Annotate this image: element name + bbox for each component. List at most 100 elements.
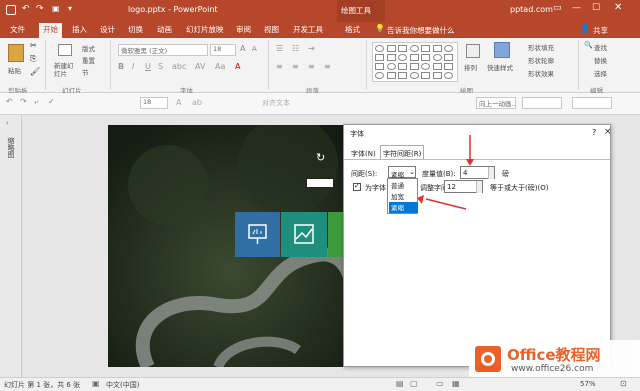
shape-gallery-item[interactable] xyxy=(421,63,430,70)
shape-gallery-item[interactable] xyxy=(398,72,407,79)
shape-gallery-item[interactable] xyxy=(375,72,384,79)
strikethrough-icon[interactable]: abc xyxy=(172,62,186,71)
arrange-icon[interactable] xyxy=(466,44,480,58)
shape-gallery-item[interactable] xyxy=(386,63,396,70)
animation-select[interactable]: 向上一动画... xyxy=(476,97,516,109)
zoom-level[interactable]: 57% xyxy=(580,380,596,388)
shape-gallery-item[interactable] xyxy=(375,63,384,70)
justify-icon[interactable]: ≡ xyxy=(324,62,331,71)
shape-gallery-item[interactable] xyxy=(386,45,396,52)
undo-icon[interactable]: ↶ xyxy=(22,4,30,14)
undo-small-icon[interactable]: ↶ xyxy=(6,97,13,106)
text-effect-icon[interactable]: A xyxy=(176,98,181,107)
tab-home[interactable]: 开始 xyxy=(39,23,62,38)
new-slide-label[interactable]: 新建幻灯片 xyxy=(54,62,76,78)
thumbnail-pane[interactable]: › 缩略图 xyxy=(0,115,22,377)
bullets-icon[interactable]: ☰ xyxy=(276,44,283,53)
shape-gallery-item[interactable] xyxy=(444,72,453,79)
tab-design[interactable]: 设计 xyxy=(100,24,115,35)
format-font-size[interactable]: 18 xyxy=(140,97,168,109)
align-right-icon[interactable]: ≡ xyxy=(308,62,315,71)
quick-styles-icon[interactable] xyxy=(494,42,510,58)
comments-icon[interactable]: ▢ xyxy=(410,379,418,388)
numbering-icon[interactable]: ☷ xyxy=(292,44,299,53)
expand-pane-icon[interactable]: › xyxy=(6,119,9,127)
shape-gallery-item[interactable] xyxy=(409,45,419,52)
tab-file[interactable]: 文件 xyxy=(10,24,25,35)
shape-gallery-item[interactable] xyxy=(398,54,407,61)
align-left-icon[interactable]: ≡ xyxy=(276,62,283,71)
share-button[interactable]: 共享 xyxy=(593,25,608,36)
shape-gallery-item[interactable] xyxy=(398,45,407,52)
font-name-box[interactable]: 微软雅黑 (正文) xyxy=(118,44,208,56)
select-button[interactable]: 选择 xyxy=(594,68,607,78)
customize-qat-icon[interactable]: ▾ xyxy=(68,4,72,13)
shape-gallery-item[interactable] xyxy=(444,45,453,52)
find-button[interactable]: 查找 xyxy=(594,42,607,52)
tab-transitions[interactable]: 切换 xyxy=(128,24,143,35)
close-button[interactable]: ✕ xyxy=(614,2,622,13)
indent-icon[interactable]: ⇥ xyxy=(308,44,315,53)
underline-icon[interactable]: U xyxy=(145,62,151,71)
highlight-icon[interactable]: ab xyxy=(192,98,202,107)
arrange-button[interactable]: 排列 xyxy=(464,62,477,72)
account-name[interactable]: pptad.com xyxy=(510,5,553,14)
shape-gallery-item[interactable] xyxy=(432,54,442,61)
copy-icon[interactable]: ⎘ xyxy=(30,54,36,64)
redo-icon[interactable]: ↷ xyxy=(36,4,44,14)
save-icon[interactable] xyxy=(6,5,16,15)
new-slide-icon[interactable] xyxy=(58,44,72,56)
spelling-icon[interactable]: ✓ xyxy=(48,97,55,106)
sorter-view-icon[interactable]: ▦ xyxy=(452,379,460,388)
language-status[interactable]: 中文(中国) xyxy=(106,380,139,390)
shape-gallery-item[interactable] xyxy=(398,63,407,70)
bold-icon[interactable]: B xyxy=(118,62,124,71)
tab-slideshow[interactable]: 幻灯片放映 xyxy=(186,24,224,35)
rotate-handle-icon[interactable]: ↻ xyxy=(316,151,325,164)
shape-gallery-item[interactable] xyxy=(409,72,419,79)
maximize-button[interactable]: ☐ xyxy=(592,3,600,13)
align-center-icon[interactable]: ≡ xyxy=(292,62,299,71)
shape-gallery-item[interactable] xyxy=(375,54,384,61)
dialog-close-button[interactable]: × xyxy=(604,127,612,137)
shape-gallery-item[interactable] xyxy=(432,45,442,52)
tab-animations[interactable]: 动画 xyxy=(157,24,172,35)
fit-slide-icon[interactable]: ⊡ xyxy=(620,379,627,388)
shape-gallery-item[interactable] xyxy=(432,63,442,70)
shape-fill-button[interactable]: 形状填充 xyxy=(528,42,554,52)
tell-me-box[interactable]: 告诉我你想要做什么 xyxy=(387,25,455,36)
cut-icon[interactable]: ✂ xyxy=(30,41,37,50)
slideshow-icon[interactable]: ▣ xyxy=(52,4,60,13)
italic-icon[interactable]: I xyxy=(132,62,134,71)
tab-format[interactable]: 格式 xyxy=(345,24,360,35)
shape-gallery-item[interactable] xyxy=(409,54,419,61)
notes-icon[interactable]: ▤ xyxy=(396,379,404,388)
tab-developer[interactable]: 开发工具 xyxy=(293,24,323,35)
shape-gallery-item[interactable] xyxy=(375,45,384,52)
quick-styles-button[interactable]: 快速样式 xyxy=(487,62,513,72)
size-box[interactable] xyxy=(522,97,562,109)
replace-button[interactable]: 替换 xyxy=(594,55,607,65)
shape-gallery-item[interactable] xyxy=(421,45,430,52)
shape-gallery-item[interactable] xyxy=(444,63,453,70)
align-text-label[interactable]: 对齐文本 xyxy=(262,98,290,108)
shape-outline-button[interactable]: 形状轮廓 xyxy=(528,55,554,65)
shadow-icon[interactable]: S xyxy=(158,62,163,71)
grow-font-icon[interactable]: A xyxy=(240,44,245,53)
tab-font-dialog[interactable]: 字体(N) xyxy=(351,149,376,159)
shrink-font-icon[interactable]: A xyxy=(252,45,257,53)
help-button[interactable]: ? xyxy=(592,128,596,137)
selected-textbox[interactable] xyxy=(306,178,334,188)
paste-icon[interactable] xyxy=(8,44,24,62)
shape-effects-button[interactable]: 形状效果 xyxy=(528,68,554,78)
normal-view-icon[interactable]: ▭ xyxy=(436,379,444,388)
section-button[interactable]: 节 xyxy=(82,67,89,77)
tab-insert[interactable]: 插入 xyxy=(72,24,87,35)
shape-gallery-item[interactable] xyxy=(432,72,442,79)
shape-gallery-item[interactable] xyxy=(386,54,396,61)
font-color-icon[interactable]: A xyxy=(235,62,240,71)
shape-gallery-item[interactable] xyxy=(386,72,396,79)
font-size-box[interactable]: 18 xyxy=(210,44,236,56)
layout-button[interactable]: 版式 xyxy=(82,43,95,53)
shape-gallery-item[interactable] xyxy=(444,54,453,61)
